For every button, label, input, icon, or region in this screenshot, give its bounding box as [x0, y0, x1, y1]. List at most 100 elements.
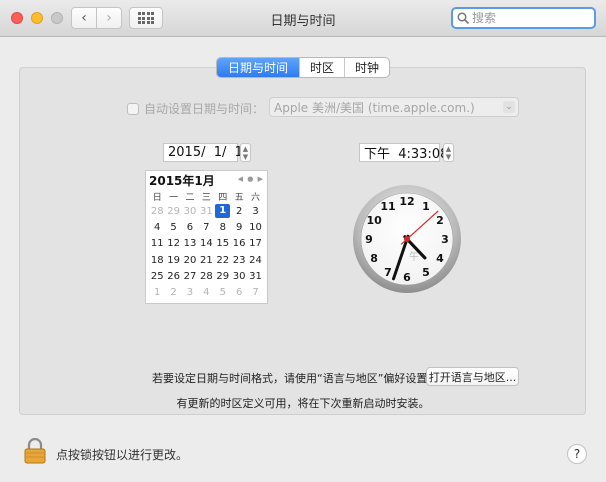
auto-set-checkbox[interactable] [127, 102, 139, 115]
auto-set-row: 自动设置日期与时间： [127, 100, 264, 117]
calendar-day[interactable]: 21 [198, 252, 214, 268]
tab-clock[interactable]: 时钟 [344, 58, 389, 77]
calendar-day[interactable]: 3 [247, 203, 263, 219]
stepper-down-icon: ▼ [445, 152, 452, 161]
calendar-nav[interactable]: ◀ ● ▶ [238, 175, 264, 183]
next-month-icon: ▶ [257, 175, 264, 183]
calendar-day[interactable]: 18 [149, 252, 165, 268]
clock-number: 4 [436, 252, 444, 265]
search-field[interactable] [451, 7, 596, 29]
auto-set-label: 自动设置日期与时间： [144, 102, 265, 116]
date-field[interactable]: 2015/ 1/ 1 [163, 143, 243, 162]
calendar-day[interactable]: 6 [231, 284, 247, 300]
weekday-header: 六 [251, 193, 261, 203]
calendar-day[interactable]: 16 [231, 236, 247, 252]
time-server-value: Apple 美洲/美国 (time.apple.com.) [274, 100, 475, 115]
time-server-select[interactable]: Apple 美洲/美国 (time.apple.com.) ⌄ [269, 97, 519, 117]
time-value: 下午 4:33:08 [364, 147, 449, 162]
calendar-day[interactable]: 26 [165, 268, 181, 284]
calendar-day[interactable]: 5 [165, 219, 181, 235]
weekday-header: 四 [218, 193, 228, 203]
previous-month-icon: ◀ [237, 175, 245, 183]
calendar-day[interactable]: 25 [149, 268, 165, 284]
calendar-day[interactable]: 3 [182, 284, 198, 300]
calendar-day[interactable]: 22 [215, 252, 231, 268]
time-field[interactable]: 下午 4:33:08 [359, 143, 448, 162]
stepper-down-icon: ▼ [242, 152, 249, 161]
calendar-day[interactable]: 15 [215, 236, 231, 252]
clock-number: 11 [380, 200, 395, 213]
calendar-day[interactable]: 6 [182, 219, 198, 235]
calendar-day[interactable]: 17 [247, 236, 263, 252]
time-stepper[interactable]: ▲ ▼ [443, 143, 454, 162]
search-input[interactable] [470, 10, 584, 26]
clock-number: 9 [365, 233, 373, 246]
calendar-day[interactable]: 11 [149, 236, 165, 252]
calendar-day[interactable]: 7 [247, 284, 263, 300]
calendar-day[interactable]: 2 [231, 203, 247, 219]
calendar-day[interactable]: 24 [247, 252, 263, 268]
calendar-grid: 日一二三四五六 28 29 30 31 1 2 3 4 5 6 7 8 9 10 11 12 13 14 15 16 17… [149, 190, 264, 301]
tab-date-time[interactable]: 日期与时间 [217, 58, 300, 77]
calendar-day[interactable]: 19 [165, 252, 181, 268]
calendar-day[interactable]: 31 [247, 268, 263, 284]
calendar-day[interactable]: 31 [198, 203, 214, 219]
calendar[interactable]: 2015年1月 ◀ ● ▶ 日一二三四五六 28 29 30 31 1 2 3 4 5 6 7 8 9 10… [145, 170, 268, 304]
calendar-day[interactable]: 28 [198, 268, 214, 284]
clock-number: 7 [384, 266, 392, 279]
calendar-day[interactable]: 29 [215, 268, 231, 284]
calendar-day[interactable]: 20 [182, 252, 198, 268]
calendar-day[interactable]: 28 [149, 203, 165, 219]
calendar-day[interactable]: 14 [198, 236, 214, 252]
clock-number: 3 [441, 233, 449, 246]
format-hint: 若要设定日期与时间格式，请使用“语言与地区”偏好设置。 [152, 372, 439, 385]
calendar-day[interactable]: 13 [182, 236, 198, 252]
clock-number: 12 [399, 195, 414, 208]
clock-number: 6 [403, 271, 411, 284]
timezone-update-note: 有更新的时区定义可用，将在下次重新启动时安装。 [176, 397, 430, 410]
calendar-day[interactable]: 27 [182, 268, 198, 284]
weekday-header: 五 [234, 193, 244, 203]
calendar-day[interactable]: 8 [215, 219, 231, 235]
calendar-day[interactable]: 23 [231, 252, 247, 268]
tab-time-zone[interactable]: 时区 [299, 58, 344, 77]
clock-number: 5 [422, 266, 430, 279]
chevron-down-icon: ⌄ [503, 101, 515, 113]
open-language-region-button[interactable]: 打开语言与地区... [426, 367, 519, 386]
calendar-day[interactable]: 9 [231, 219, 247, 235]
analog-clock: 12 1234567891011 午 [353, 185, 461, 293]
calendar-day[interactable]: 5 [215, 284, 231, 300]
clock-number: 2 [436, 214, 444, 227]
calendar-day[interactable]: 12 [165, 236, 181, 252]
calendar-day[interactable]: 10 [247, 219, 263, 235]
date-stepper[interactable]: ▲ ▼ [240, 143, 251, 162]
calendar-day[interactable]: 7 [198, 219, 214, 235]
preference-panel [19, 67, 586, 415]
calendar-day[interactable]: 29 [165, 203, 181, 219]
search-icon [457, 11, 470, 24]
calendar-day[interactable]: 2 [165, 284, 181, 300]
calendar-day[interactable]: 30 [231, 268, 247, 284]
calendar-day[interactable]: 1 [149, 284, 165, 300]
weekday-header: 日 [152, 193, 162, 203]
stepper-up-icon: ▲ [242, 144, 249, 153]
weekday-header: 二 [185, 193, 195, 203]
clock-number: 8 [370, 252, 378, 265]
stepper-up-icon: ▲ [445, 144, 452, 153]
calendar-day[interactable]: 1 [215, 203, 231, 219]
weekday-header: 三 [201, 193, 211, 203]
calendar-day[interactable]: 4 [198, 284, 214, 300]
weekday-header: 一 [169, 193, 179, 203]
tab-bar: 日期与时间 时区 时钟 [216, 57, 391, 78]
calendar-day[interactable]: 4 [149, 219, 165, 235]
calendar-day[interactable]: 30 [182, 203, 198, 219]
calendar-month-label: 2015年1月 [149, 174, 215, 188]
date-value: 2015/ 1/ 1 [168, 145, 243, 160]
lock-hint: 点按锁按钮以进行更改。 [56, 448, 189, 462]
lock-icon[interactable] [24, 438, 46, 464]
clock-number: 1 [422, 200, 430, 213]
clock-center [404, 236, 410, 242]
clock-number: 10 [366, 214, 382, 227]
help-button[interactable]: ? [567, 444, 587, 464]
title-bar: ‹ › 日期与时间 [0, 0, 606, 37]
